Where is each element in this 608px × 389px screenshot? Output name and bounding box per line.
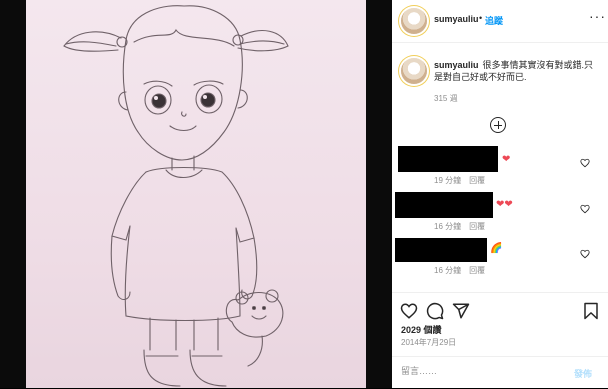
comment-emoji: ❤❤ (496, 199, 513, 210)
comment-bar: 發佈 (392, 356, 608, 389)
caption-timestamp: 315 週 (434, 94, 458, 103)
comment-meta: 16 分鐘 回覆 (434, 221, 493, 232)
comment-emoji: 🌈 (490, 243, 503, 254)
bookmark-icon[interactable] (582, 302, 600, 320)
separator-dot: • (479, 13, 483, 23)
comment-time: 19 分鐘 (434, 176, 462, 185)
comment-input[interactable] (401, 366, 551, 376)
comment-time: 16 分鐘 (434, 222, 462, 231)
comment-meta: 16 分鐘 回覆 (434, 265, 493, 276)
post-details-panel: sumyauliu • 追蹤 ··· sumyauliu 很多事情其實沒有對或錯.… (392, 0, 608, 388)
header-username[interactable]: sumyauliu (434, 14, 479, 24)
post-date[interactable]: 2014年7月29日 (401, 337, 456, 348)
post-comment-button[interactable]: 發佈 (574, 367, 592, 380)
heart-icon[interactable] (580, 204, 590, 214)
caption-text: sumyauliu 很多事情其實沒有對或錯.只是對自己好或不好而已. (434, 59, 600, 83)
reply-button[interactable]: 回覆 (469, 222, 485, 231)
comment-item: ❤❤ 16 分鐘 回覆 (392, 192, 608, 232)
redacted-comment (395, 238, 487, 262)
heart-icon[interactable] (580, 158, 590, 168)
likes-count[interactable]: 2029 個讚 (401, 323, 442, 336)
add-comments-icon[interactable] (490, 117, 506, 133)
caption-avatar[interactable] (401, 58, 427, 84)
comment-emoji: ❤ (502, 154, 511, 165)
redacted-comment (398, 146, 498, 172)
media-pane (0, 0, 392, 388)
comment-item: ❤ 19 分鐘 回覆 (392, 146, 608, 186)
comment-time: 16 分鐘 (434, 266, 462, 275)
reply-button[interactable]: 回覆 (469, 176, 485, 185)
comment-icon[interactable] (426, 302, 444, 320)
reply-button[interactable]: 回覆 (469, 266, 485, 275)
avatar[interactable] (401, 8, 427, 34)
heart-icon[interactable] (400, 302, 418, 320)
follow-button[interactable]: 追蹤 (485, 14, 503, 27)
more-horizontal-icon[interactable]: ··· (589, 8, 606, 24)
heart-icon[interactable] (580, 249, 590, 259)
caption-username[interactable]: sumyauliu (434, 60, 479, 70)
share-icon[interactable] (452, 302, 470, 320)
post-header: sumyauliu • 追蹤 ··· (392, 0, 608, 43)
post-photo[interactable] (26, 0, 366, 388)
action-bar (392, 292, 608, 325)
comment-meta: 19 分鐘 回覆 (434, 175, 493, 186)
redacted-comment (395, 192, 493, 218)
pencil-sketch-image (63, 5, 289, 387)
comment-item: 🌈 16 分鐘 回覆 (392, 238, 608, 278)
